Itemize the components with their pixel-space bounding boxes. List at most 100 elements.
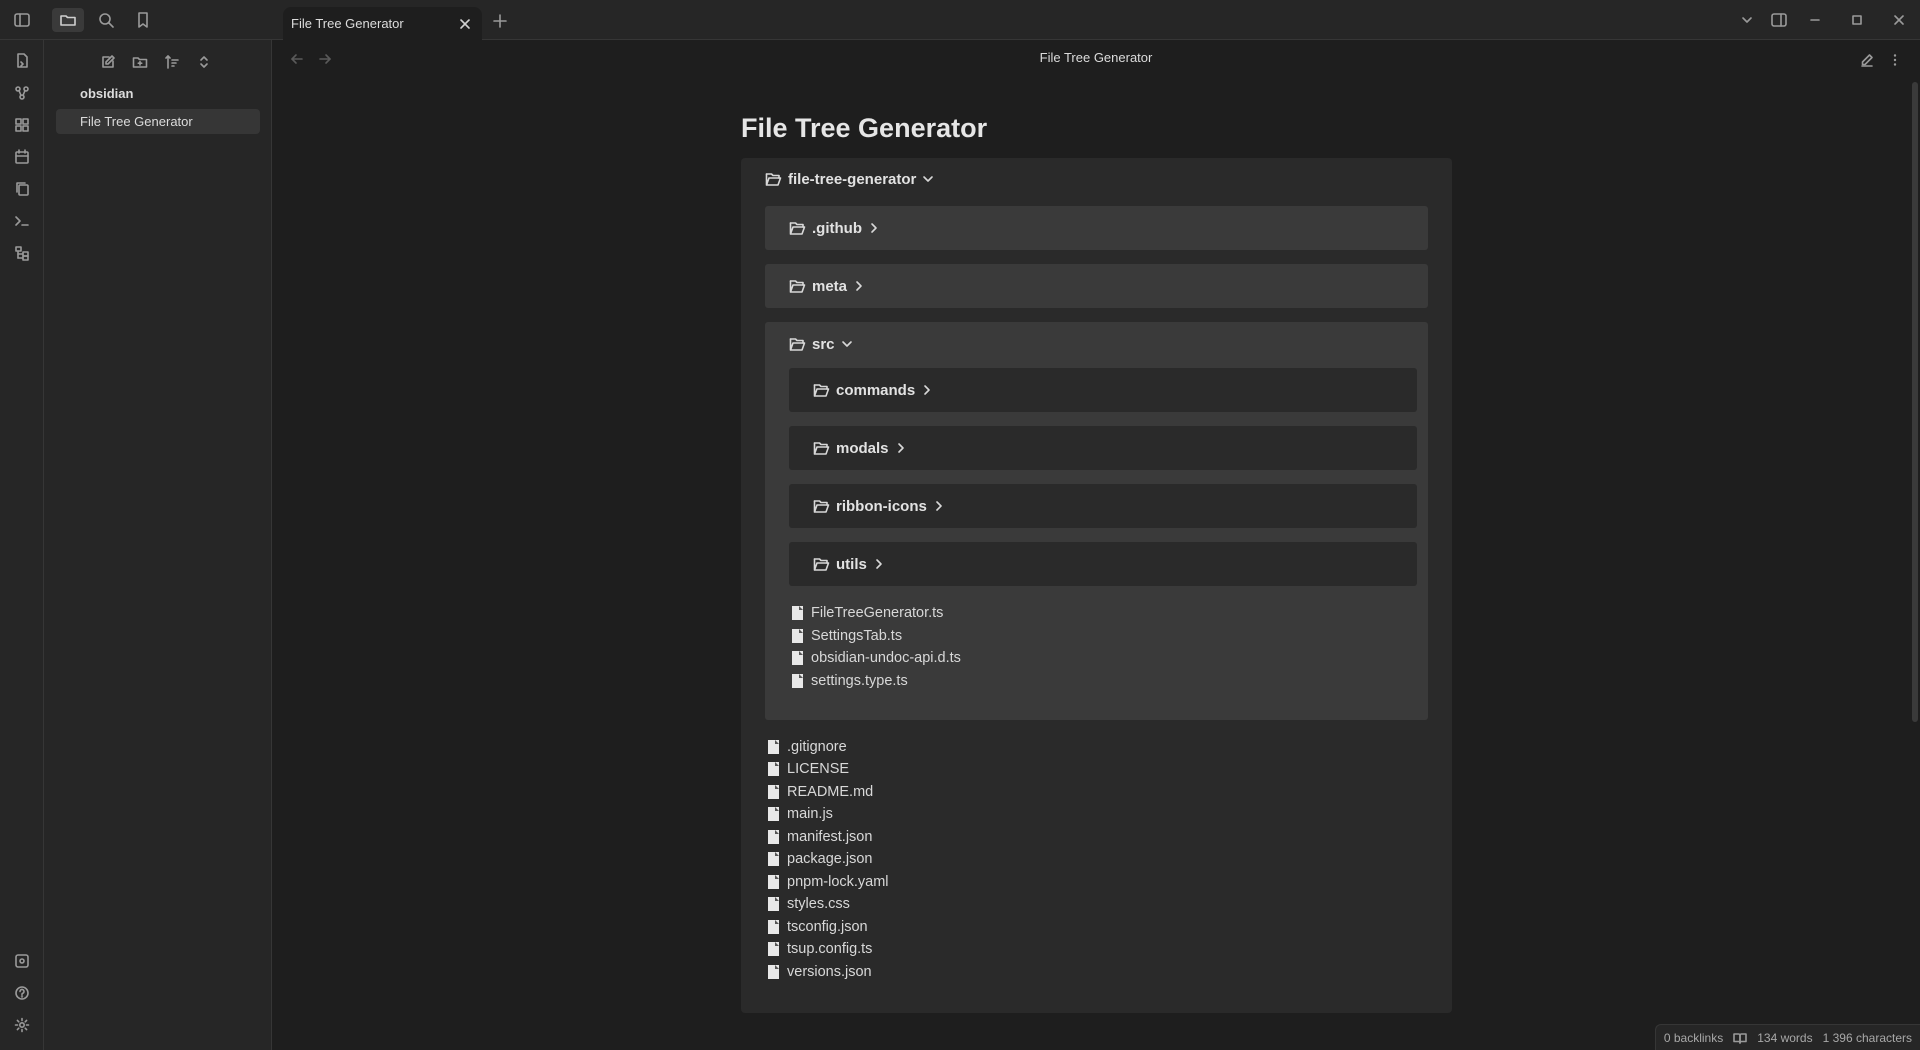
help-icon[interactable] <box>8 979 36 1007</box>
sort-icon[interactable] <box>160 50 184 74</box>
file-name: tsup.config.ts <box>787 941 873 957</box>
tab-file-tree-generator[interactable]: File Tree Generator <box>283 7 482 40</box>
tree-folder-github[interactable]: .github <box>789 217 880 239</box>
tab-title: File Tree Generator <box>291 16 404 31</box>
search-icon[interactable] <box>90 8 122 32</box>
gear-icon[interactable] <box>8 1011 36 1039</box>
chevron-down-icon <box>922 173 934 185</box>
file-name: main.js <box>787 806 833 822</box>
chevron-down-icon[interactable] <box>1732 8 1762 32</box>
file-icon <box>768 942 779 956</box>
file-tree-icon[interactable] <box>8 239 36 267</box>
tree-folder-commands[interactable]: commands <box>813 379 933 401</box>
minimize-icon[interactable] <box>1800 8 1830 32</box>
chevron-right-icon <box>921 384 933 396</box>
tree-folder-root[interactable]: file-tree-generator <box>765 168 934 190</box>
tree-file[interactable]: pnpm-lock.yaml <box>768 871 889 893</box>
ribbon <box>0 40 44 1050</box>
tree-file[interactable]: FileTreeGenerator.ts <box>792 602 943 624</box>
open-quick-switcher-icon[interactable] <box>8 47 36 75</box>
chevron-right-icon <box>853 280 865 292</box>
maximize-icon[interactable] <box>1842 8 1872 32</box>
close-window-icon[interactable] <box>1884 8 1914 32</box>
sidebar-item-file-tree-generator[interactable]: File Tree Generator <box>56 109 260 134</box>
tree-folder-meta[interactable]: meta <box>789 275 865 297</box>
file-explorer: obsidian File Tree Generator <box>44 40 272 1050</box>
new-folder-icon[interactable] <box>128 50 152 74</box>
chevron-right-icon <box>933 500 945 512</box>
new-tab-icon[interactable] <box>488 9 512 33</box>
folder-name: meta <box>812 277 848 295</box>
file-explorer-toolbar <box>96 50 216 74</box>
tree-file[interactable]: settings.type.ts <box>792 670 908 692</box>
note-content: File Tree Generator <box>741 108 1451 148</box>
file-name: LICENSE <box>787 761 850 777</box>
close-icon[interactable] <box>456 15 474 33</box>
word-count: 134 words <box>1757 1030 1813 1045</box>
tree-file[interactable]: LICENSE <box>768 758 849 780</box>
toggle-sidebar-icon[interactable] <box>6 8 38 32</box>
file-icon <box>792 674 803 688</box>
chevron-right-icon <box>873 558 885 570</box>
vault-name[interactable]: obsidian <box>80 86 133 101</box>
tree-file[interactable]: tsconfig.json <box>768 916 868 938</box>
file-icon <box>768 830 779 844</box>
file-icon <box>768 897 779 911</box>
view-header-title[interactable]: File Tree Generator <box>272 50 1920 65</box>
folder-open-icon <box>813 557 830 572</box>
file-icon <box>768 740 779 754</box>
file-icon <box>792 651 803 665</box>
file-name: package.json <box>787 851 873 867</box>
more-options-icon[interactable] <box>1884 49 1906 71</box>
collapse-all-icon[interactable] <box>192 50 216 74</box>
tree-file[interactable]: styles.css <box>768 893 850 915</box>
tree-folder-ribbon-icons[interactable]: ribbon-icons <box>813 495 945 517</box>
tree-file[interactable]: obsidian-undoc-api.d.ts <box>792 647 961 669</box>
file-icon <box>768 785 779 799</box>
new-note-icon[interactable] <box>96 50 120 74</box>
files-view-icon[interactable] <box>52 8 84 32</box>
tree-folder-src[interactable]: src <box>789 333 853 355</box>
edit-pencil-icon[interactable] <box>1856 49 1878 71</box>
title-bar: File Tree Generator <box>0 0 1920 40</box>
tree-file[interactable]: tsup.config.ts <box>768 938 872 960</box>
file-name: SettingsTab.ts <box>811 628 903 644</box>
file-name: settings.type.ts <box>811 673 908 689</box>
file-name: pnpm-lock.yaml <box>787 874 889 890</box>
file-icon <box>768 875 779 889</box>
character-count: 1 396 characters <box>1822 1030 1912 1045</box>
terminal-icon[interactable] <box>8 207 36 235</box>
graph-view-icon[interactable] <box>8 79 36 107</box>
vault-switcher-icon[interactable] <box>8 947 36 975</box>
file-icon <box>768 920 779 934</box>
backlinks-count[interactable]: 0 backlinks <box>1664 1031 1723 1045</box>
folder-open-icon <box>789 221 806 236</box>
bookmark-icon[interactable] <box>127 8 159 32</box>
tree-file[interactable]: README.md <box>768 781 873 803</box>
tree-file[interactable]: main.js <box>768 803 833 825</box>
toggle-right-sidebar-icon[interactable] <box>1764 8 1794 32</box>
file-name: obsidian-undoc-api.d.ts <box>811 650 961 666</box>
canvas-icon[interactable] <box>8 111 36 139</box>
tree-file[interactable]: manifest.json <box>768 826 872 848</box>
tree-file[interactable]: versions.json <box>768 961 872 983</box>
file-name: manifest.json <box>787 829 873 845</box>
folder-open-icon <box>765 172 782 187</box>
folder-open-icon <box>789 337 806 352</box>
copy-icon[interactable] <box>8 175 36 203</box>
scrollbar[interactable] <box>1912 82 1918 722</box>
file-icon <box>768 807 779 821</box>
chevron-right-icon <box>868 222 880 234</box>
chevron-right-icon <box>895 442 907 454</box>
calendar-icon[interactable] <box>8 143 36 171</box>
reading-mode-icon[interactable] <box>1733 1031 1748 1045</box>
file-icon <box>792 629 803 643</box>
tree-file[interactable]: package.json <box>768 848 872 870</box>
folder-name: file-tree-generator <box>788 170 917 188</box>
tree-file[interactable]: .gitignore <box>768 736 847 758</box>
page-title: File Tree Generator <box>741 113 988 143</box>
tree-file[interactable]: SettingsTab.ts <box>792 625 902 647</box>
tree-folder-utils[interactable]: utils <box>813 553 885 575</box>
tree-folder-modals[interactable]: modals <box>813 437 907 459</box>
view-header: File Tree Generator <box>272 40 1920 78</box>
